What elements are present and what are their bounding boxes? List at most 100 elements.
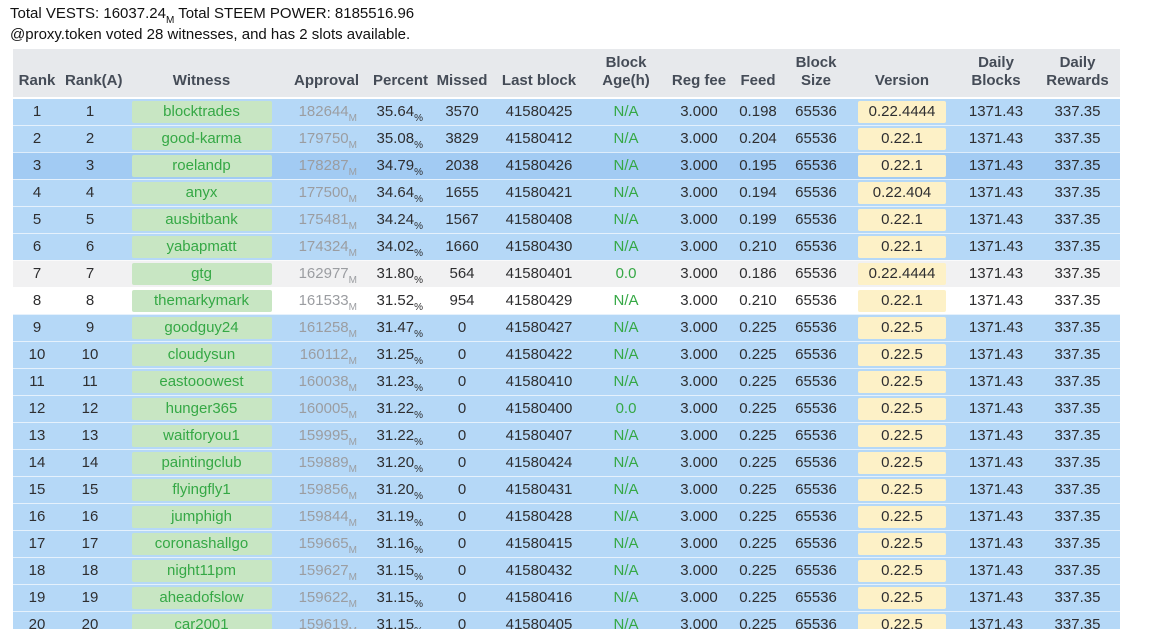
witness-name-chip[interactable]: goodguy24: [131, 316, 272, 339]
percent-unit: %: [414, 356, 423, 367]
cell-rank: 16: [28, 508, 46, 525]
cell-approval: 161258M: [298, 319, 357, 340]
percent-unit: %: [414, 410, 423, 421]
cell-rank: 15: [28, 481, 46, 498]
witness-name-chip[interactable]: gtg: [131, 262, 272, 285]
cell-reg-fee: 3.000: [680, 562, 718, 579]
cell-feed: 0.225: [739, 454, 777, 471]
cell-block-size: 65536: [795, 265, 837, 282]
approval-unit: M: [348, 221, 357, 232]
cell-witness: goodguy24: [119, 314, 284, 341]
cell-block-age: N/A: [613, 427, 639, 444]
witness-name-chip[interactable]: flyingfly1: [131, 478, 272, 501]
total-steem-power-value: 8185516.96: [334, 5, 415, 22]
table-row: 20 20 car2001 159619M 31.15% 0 41580405 …: [13, 611, 1120, 629]
cell-rank: 8: [32, 292, 42, 309]
cell-block-age: N/A: [613, 562, 639, 579]
cell-percent: 31.20%: [376, 454, 423, 475]
witness-name-chip[interactable]: roelandp: [131, 154, 272, 177]
cell-rank-a: 7: [85, 265, 95, 282]
cell-approval: 159627M: [298, 562, 357, 583]
witness-name-chip[interactable]: coronashallgo: [131, 532, 272, 555]
cell-missed: 2038: [445, 157, 479, 174]
cell-last-block: 41580421: [505, 184, 573, 201]
cell-reg-fee: 3.000: [680, 265, 718, 282]
cell-reg-fee: 3.000: [680, 427, 718, 444]
column-header-version: Version: [847, 49, 957, 98]
version-badge: 0.22.5: [858, 451, 946, 474]
version-badge: 0.22.5: [858, 532, 946, 555]
cell-daily-blocks: 1371.43: [968, 535, 1024, 552]
cell-last-block: 41580415: [505, 535, 573, 552]
cell-missed: 3829: [445, 130, 479, 147]
cell-approval: 175481M: [298, 211, 357, 232]
cell-reg-fee: 3.000: [680, 184, 718, 201]
witness-name-chip[interactable]: car2001: [131, 613, 272, 629]
witness-name-chip[interactable]: night11pm: [131, 559, 272, 582]
witness-name-chip[interactable]: ausbitbank: [131, 208, 272, 231]
cell-daily-rewards: 337.35: [1054, 373, 1101, 390]
table-row: 6 6 yabapmatt 174324M 34.02% 1660 415804…: [13, 233, 1120, 260]
cell-block-size: 65536: [795, 589, 837, 606]
cell-rank-a: 17: [81, 535, 99, 552]
witness-name-chip[interactable]: aheadofslow: [131, 586, 272, 609]
witness-page: Total VESTS: 16037.24M Total STEEM POWER…: [0, 0, 1157, 629]
cell-rank: 13: [28, 427, 46, 444]
cell-rank: 17: [28, 535, 46, 552]
cell-block-size: 65536: [795, 427, 837, 444]
cell-reg-fee: 3.000: [680, 481, 718, 498]
witness-name-chip[interactable]: yabapmatt: [131, 235, 272, 258]
cell-daily-rewards: 337.35: [1054, 319, 1101, 336]
cell-percent: 31.80%: [376, 265, 423, 286]
approval-unit: M: [348, 194, 357, 205]
cell-approval: 179750M: [298, 130, 357, 151]
cell-rank-a: 6: [85, 238, 95, 255]
cell-daily-rewards: 337.35: [1054, 562, 1101, 579]
cell-approval: 159995M: [298, 427, 357, 448]
cell-percent: 31.20%: [376, 481, 423, 502]
cell-daily-rewards: 337.35: [1054, 481, 1101, 498]
cell-block-size: 65536: [795, 292, 837, 309]
cell-missed: 0: [457, 508, 467, 525]
cell-daily-rewards: 337.35: [1054, 130, 1101, 147]
witness-name-chip[interactable]: paintingclub: [131, 451, 272, 474]
witness-name-chip[interactable]: eastooowest: [131, 370, 272, 393]
cell-percent: 34.64%: [376, 184, 423, 205]
cell-rank-a: 13: [81, 427, 99, 444]
cell-rank: 5: [32, 211, 42, 228]
cell-rank-a: 12: [81, 400, 99, 417]
cell-percent: 35.64%: [376, 103, 423, 125]
approval-unit: M: [348, 113, 357, 125]
cell-block-size: 65536: [795, 157, 837, 174]
cell-version: 0.22.1: [847, 287, 957, 314]
witness-name-chip[interactable]: jumphigh: [131, 505, 272, 528]
cell-feed: 0.194: [739, 184, 777, 201]
cell-daily-rewards: 337.35: [1054, 157, 1101, 174]
cell-witness: ausbitbank: [119, 206, 284, 233]
cell-daily-blocks: 1371.43: [968, 508, 1024, 525]
witness-name-chip[interactable]: anyx: [131, 181, 272, 204]
witness-name-chip[interactable]: waitforyou1: [131, 424, 272, 447]
witness-table: Rank Rank(A) Witness Approval Percent Mi…: [13, 49, 1120, 629]
cell-rank: 14: [28, 454, 46, 471]
cell-approval: 174324M: [298, 238, 357, 259]
witness-name-chip[interactable]: blocktrades: [131, 100, 272, 123]
witness-name-chip[interactable]: themarkymark: [131, 289, 272, 312]
cell-witness: jumphigh: [119, 503, 284, 530]
cell-rank-a: 5: [85, 211, 95, 228]
version-badge: 0.22.404: [858, 181, 946, 204]
cell-reg-fee: 3.000: [680, 508, 718, 525]
cell-percent: 31.47%: [376, 319, 423, 340]
cell-daily-rewards: 337.35: [1054, 454, 1101, 471]
witness-name-chip[interactable]: hunger365: [131, 397, 272, 420]
cell-missed: 0: [457, 400, 467, 417]
cell-approval: 178287M: [298, 157, 357, 178]
cell-rank-a: 2: [85, 130, 95, 147]
witness-name-chip[interactable]: good-karma: [131, 127, 272, 150]
percent-unit: %: [414, 275, 423, 286]
cell-rank: 9: [32, 319, 42, 336]
witness-name-chip[interactable]: cloudysun: [131, 343, 272, 366]
cell-block-size: 65536: [795, 211, 837, 228]
cell-approval: 159619M: [284, 611, 369, 629]
column-header-percent: Percent: [369, 49, 431, 98]
